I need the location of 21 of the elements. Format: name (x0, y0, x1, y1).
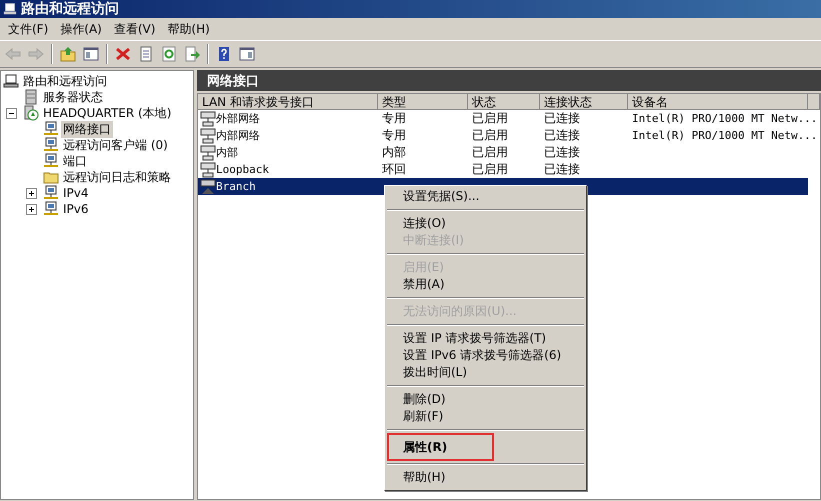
table-cell: 已连接 (544, 127, 580, 144)
table-cell: Intel(R) PRO/1000 MT Netw... (632, 129, 818, 142)
table-cell: 已连接 (544, 161, 580, 178)
panel-title: 网络接口 (207, 72, 259, 90)
table-cell: 已启用 (472, 144, 508, 161)
table-cell: Intel(R) PRO/1000 MT Netw... (632, 112, 818, 125)
table-cell: 专用 (382, 110, 406, 127)
table-cell: 已启用 (472, 110, 508, 127)
table-cell: 外部网络 (216, 111, 260, 126)
table-cell: 内部 (216, 145, 238, 160)
table-cell: Loopback (216, 163, 269, 176)
table-cell: 环回 (382, 161, 406, 178)
window-title: 路由和远程访问 (21, 0, 119, 18)
table-cell: Branch (216, 180, 256, 193)
table-cell: 已连接 (544, 110, 580, 127)
table-cell: 已启用 (472, 127, 508, 144)
table-cell: 专用 (382, 127, 406, 144)
table-cell: 已连接 (544, 144, 580, 161)
table-cell: 内部 (382, 144, 406, 161)
table-cell: 内部网络 (216, 128, 260, 143)
table-cell: 已启用 (472, 161, 508, 178)
